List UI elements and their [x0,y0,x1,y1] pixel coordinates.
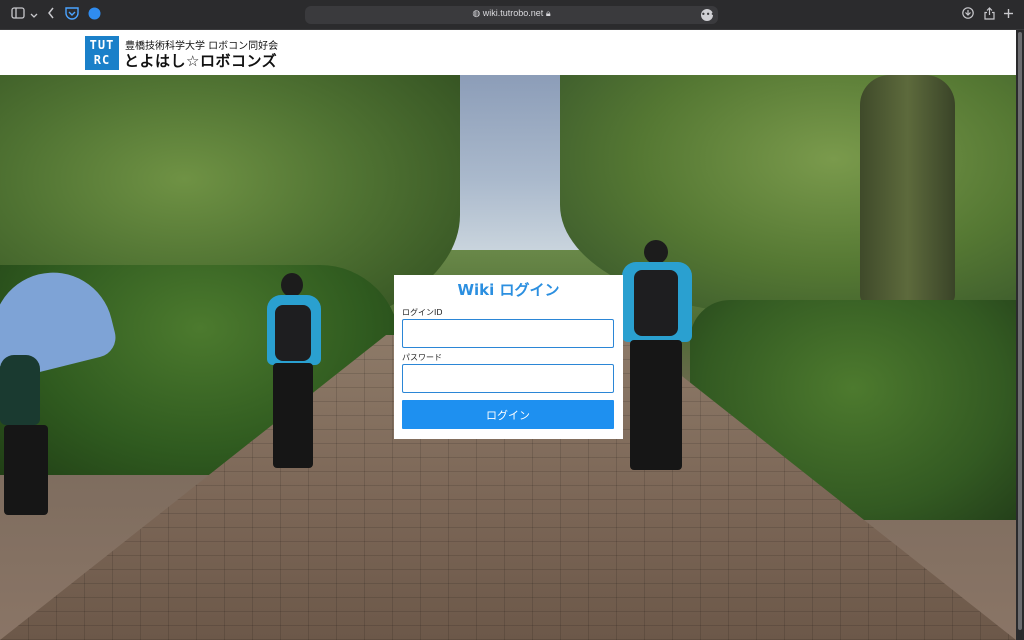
login-id-input[interactable] [402,319,614,348]
club-logo[interactable]: TUT RC [85,36,119,70]
more-icon[interactable]: ••• [701,9,715,21]
login-panel: Wiki ログイン ログインID パスワード ログイン [394,275,623,439]
password-label: パスワード [402,353,442,362]
download-icon[interactable] [960,7,976,23]
site-header: TUT RC 豊橋技術科学大学 ロボコン同好会 とよはし☆ロボコンズ [0,30,1016,75]
lock-icon: 🔒︎ [545,8,551,18]
plus-icon[interactable] [1000,7,1016,23]
extension-icon[interactable] [86,7,102,23]
scrollbar-thumb[interactable] [1018,32,1022,630]
password-input[interactable] [402,364,614,393]
logo-text-top: TUT [89,38,115,52]
globe-icon: ◍ [472,8,481,18]
chevron-left-icon[interactable] [43,7,59,23]
login-id-label: ログインID [402,308,443,317]
share-icon[interactable] [981,7,997,23]
address-bar[interactable]: ◍ wiki.tutrobo.net 🔒︎ ••• [305,6,718,24]
photo-tree-trunk [860,75,955,305]
login-button[interactable]: ログイン [402,400,614,429]
chevron-down-icon[interactable] [26,7,42,23]
url-text: ◍ wiki.tutrobo.net 🔒︎ [472,8,551,18]
logo-text-bottom: RC [93,53,111,67]
sidebar-icon[interactable] [10,7,26,23]
page-scrollbar[interactable] [1016,30,1024,640]
pocket-icon[interactable] [64,7,80,23]
browser-toolbar: ◍ wiki.tutrobo.net 🔒︎ ••• [0,0,1024,30]
login-title: Wiki ログイン [457,281,560,299]
org-title[interactable]: とよはし☆ロボコンズ [124,50,277,71]
